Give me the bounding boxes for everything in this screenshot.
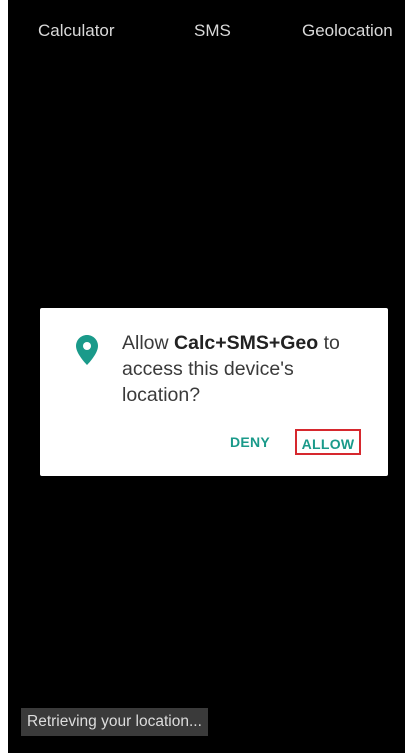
status-toast: Retrieving your location...: [21, 708, 208, 736]
deny-button[interactable]: DENY: [218, 427, 282, 457]
message-prefix: Allow: [122, 332, 175, 354]
location-pin-icon: [76, 335, 98, 365]
permission-message: Allow Calc+SMS+Geo to access this device…: [122, 330, 372, 408]
tab-geolocation[interactable]: Geolocation: [302, 21, 393, 41]
permission-dialog: Allow Calc+SMS+Geo to access this device…: [40, 308, 388, 476]
tab-sms[interactable]: SMS: [194, 21, 231, 41]
app-name: Calc+SMS+Geo: [174, 332, 319, 354]
allow-button[interactable]: ALLOW: [295, 429, 361, 455]
app-screen: Calculator SMS Geolocation Allow Calc+SM…: [8, 0, 405, 753]
tab-calculator[interactable]: Calculator: [38, 21, 115, 41]
tab-bar: Calculator SMS Geolocation: [8, 0, 405, 66]
